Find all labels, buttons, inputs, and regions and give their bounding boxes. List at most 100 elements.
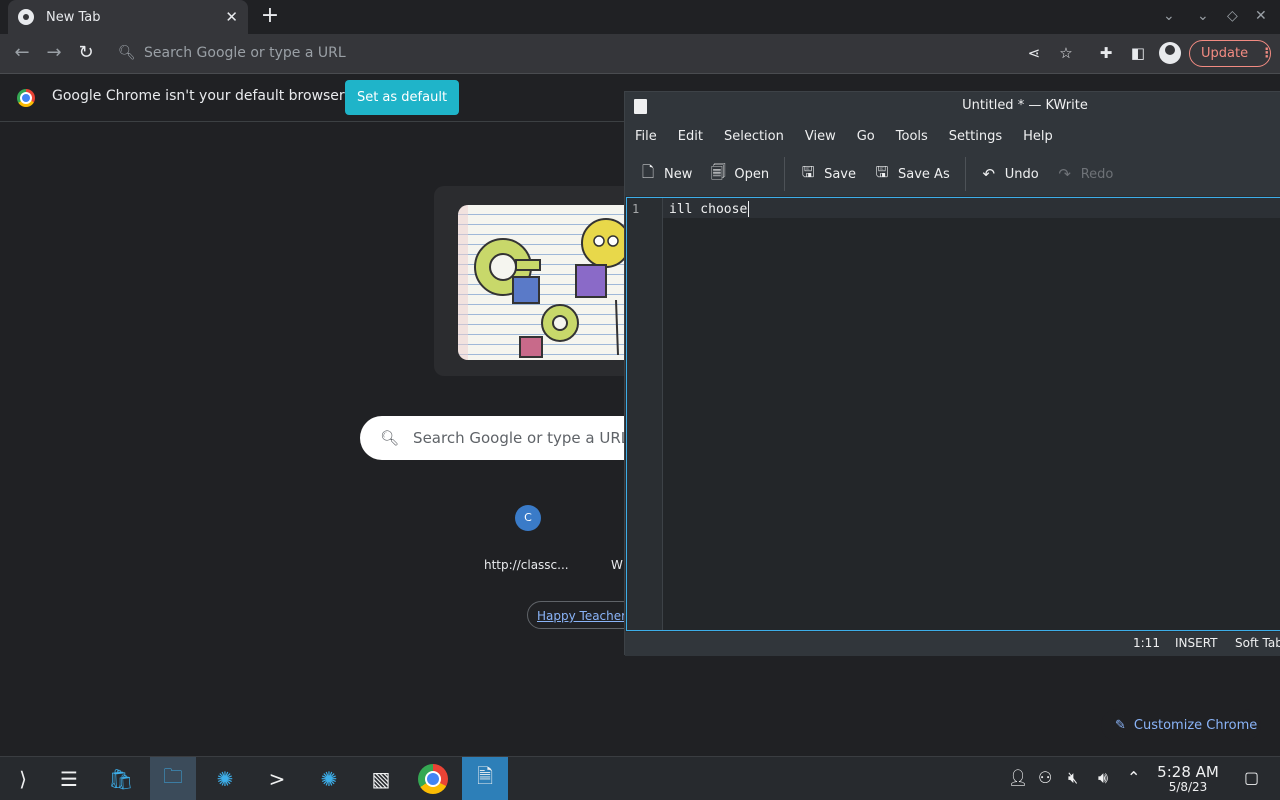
input-mode[interactable]: INSERT xyxy=(1175,636,1218,650)
open-document-icon: 🗐︎ xyxy=(710,162,726,181)
save-icon: 🖫︎ xyxy=(801,162,815,181)
line-number: 1 xyxy=(632,202,640,216)
cursor-position[interactable]: 1:11 xyxy=(1133,636,1160,650)
clock[interactable]: 5:28 AM 5/8/23 xyxy=(1150,763,1226,794)
close-tab-icon[interactable]: ✕ xyxy=(225,8,238,26)
file-manager-icon[interactable]: 🗀︎ xyxy=(150,757,196,800)
redo-icon: ↷ xyxy=(1058,165,1071,183)
window-title: Untitled * — KWrite xyxy=(625,92,1280,120)
package-app-icon[interactable]: ▧ xyxy=(358,757,404,800)
toolbar-separator xyxy=(964,157,966,191)
save-as-icon: 🖫︎ xyxy=(875,162,889,181)
menu-bar: File Edit Selection View Go Tools Settin… xyxy=(625,120,1280,152)
shortcut-tile-label[interactable]: http://classc... xyxy=(484,558,569,572)
minimize-icon[interactable]: ⌄ xyxy=(1197,8,1209,24)
maximize-icon[interactable]: ◇ xyxy=(1227,8,1238,24)
kwrite-app-icon[interactable]: 🗎︎ xyxy=(462,757,508,800)
menu-go[interactable]: Go xyxy=(857,129,875,144)
indentation-mode[interactable]: Soft Tab xyxy=(1235,636,1280,650)
user-switch-icon[interactable]: ⚇ xyxy=(1038,768,1052,787)
menu-tools[interactable]: Tools xyxy=(896,129,928,144)
chrome-tab-icon xyxy=(18,9,34,25)
kwrite-window: Untitled * — KWrite File Edit Selection … xyxy=(624,91,1280,656)
show-desktop-icon[interactable]: ▢ xyxy=(1244,768,1259,787)
text-cursor xyxy=(748,201,750,217)
open-button[interactable]: 🗐︎ Open xyxy=(710,162,769,187)
volume-icon[interactable]: 🔊︎ xyxy=(1098,768,1108,788)
tab-search-icon[interactable]: ⌄ xyxy=(1163,8,1175,24)
menu-view[interactable]: View xyxy=(805,129,836,144)
editor-toolbar: 🗋︎ New 🗐︎ Open 🖫︎ Save 🖫︎ Save As ↶ Undo… xyxy=(625,152,1280,196)
menu-dots-icon: ⋮ xyxy=(1260,46,1274,61)
save-as-label: Save As xyxy=(898,166,950,182)
microphone-muted-icon[interactable]: 🔇︎ xyxy=(1068,768,1078,788)
user-icon[interactable]: 👤︎ xyxy=(1008,768,1028,787)
clock-date: 5/8/23 xyxy=(1168,780,1208,794)
document-icon xyxy=(634,99,647,114)
star-icon[interactable]: ☆ xyxy=(1056,44,1076,64)
chrome-app-icon[interactable] xyxy=(410,757,456,800)
pencil-icon: ✎ xyxy=(1115,717,1126,733)
editor-text: ill choose xyxy=(669,201,748,217)
close-window-icon[interactable]: ✕ xyxy=(1255,8,1267,24)
line-number-gutter: 1 xyxy=(627,198,663,630)
app-launcher-icon[interactable]: ⟩ xyxy=(0,757,46,800)
back-icon[interactable]: ← xyxy=(10,42,34,66)
customize-chrome-label: Customize Chrome xyxy=(1133,717,1258,733)
network-app-icon[interactable]: ✺ xyxy=(306,757,352,800)
save-as-button[interactable]: 🖫︎ Save As xyxy=(874,162,950,187)
menu-file[interactable]: File xyxy=(635,129,657,144)
menu-edit[interactable]: Edit xyxy=(678,129,703,144)
new-label: New xyxy=(664,166,693,182)
shortcut-tile-label[interactable]: W xyxy=(611,558,623,572)
save-label: Save xyxy=(824,166,857,182)
terminal-icon[interactable]: > xyxy=(254,757,300,800)
new-document-icon: 🗋︎ xyxy=(641,162,655,181)
new-tab-button[interactable]: + xyxy=(258,5,282,29)
tab-new-tab[interactable]: New Tab ✕ xyxy=(8,0,248,34)
save-button[interactable]: 🖫︎ Save xyxy=(800,162,856,187)
profile-icon[interactable] xyxy=(1159,42,1181,64)
set-as-default-button[interactable]: Set as default xyxy=(345,80,459,115)
undo-label: Undo xyxy=(1004,166,1039,182)
shortcut-tile-favicon[interactable]: C xyxy=(515,505,541,531)
menu-help[interactable]: Help xyxy=(1023,129,1053,144)
status-bar: 1:11 INSERT Soft Tab xyxy=(625,632,1280,656)
google-doodle[interactable] xyxy=(458,205,644,360)
search-icon: 🔍︎ xyxy=(380,429,400,447)
chevron-up-icon[interactable]: ⌃ xyxy=(1127,768,1140,787)
text-editor-area[interactable]: 1 ill choose xyxy=(626,197,1280,631)
menu-selection[interactable]: Selection xyxy=(724,129,784,144)
tab-title: New Tab xyxy=(46,9,101,25)
redo-label: Redo xyxy=(1080,166,1114,182)
new-button[interactable]: 🗋︎ New xyxy=(640,162,692,187)
forward-icon[interactable]: → xyxy=(42,42,66,66)
editor-line[interactable]: ill choose xyxy=(669,201,750,217)
redo-button[interactable]: ↷ Redo xyxy=(1057,165,1114,183)
ntp-search-box[interactable]: 🔍︎ Search Google or type a URL xyxy=(360,416,660,460)
sidepanel-icon[interactable]: ◧ xyxy=(1128,44,1148,64)
update-button[interactable]: Update ⋮ xyxy=(1189,40,1274,67)
menu-settings[interactable]: Settings xyxy=(949,129,1002,144)
doodle-promo-link[interactable]: Happy Teacher A xyxy=(527,601,637,629)
ntp-search-placeholder: Search Google or type a URL xyxy=(413,429,630,447)
extensions-icon[interactable]: ✚ xyxy=(1096,44,1116,64)
toolbar-separator xyxy=(784,157,786,191)
system-settings-icon[interactable]: ☰ xyxy=(46,757,92,800)
undo-icon: ↶ xyxy=(982,165,996,183)
open-label: Open xyxy=(734,166,770,182)
omnibox[interactable]: 🔍︎ Search Google or type a URL xyxy=(108,39,1018,67)
reload-icon[interactable]: ↻ xyxy=(74,42,98,66)
clock-time: 5:28 AM xyxy=(1157,763,1219,781)
discover-store-icon[interactable]: 🛍︎ xyxy=(98,757,144,800)
omnibox-placeholder: Search Google or type a URL xyxy=(144,45,346,61)
search-icon: 🔍︎ xyxy=(118,45,136,61)
chrome-logo-icon xyxy=(418,763,448,794)
infobar-message: Google Chrome isn't your default browser xyxy=(52,88,345,104)
globe-settings-icon[interactable]: ✺ xyxy=(202,757,248,800)
customize-chrome-button[interactable]: ✎ Customize Chrome xyxy=(1101,709,1261,741)
share-icon[interactable]: ⋖ xyxy=(1024,44,1044,64)
undo-button[interactable]: ↶ Undo xyxy=(981,165,1039,183)
current-line-highlight xyxy=(663,198,1280,218)
update-label: Update xyxy=(1201,46,1249,61)
